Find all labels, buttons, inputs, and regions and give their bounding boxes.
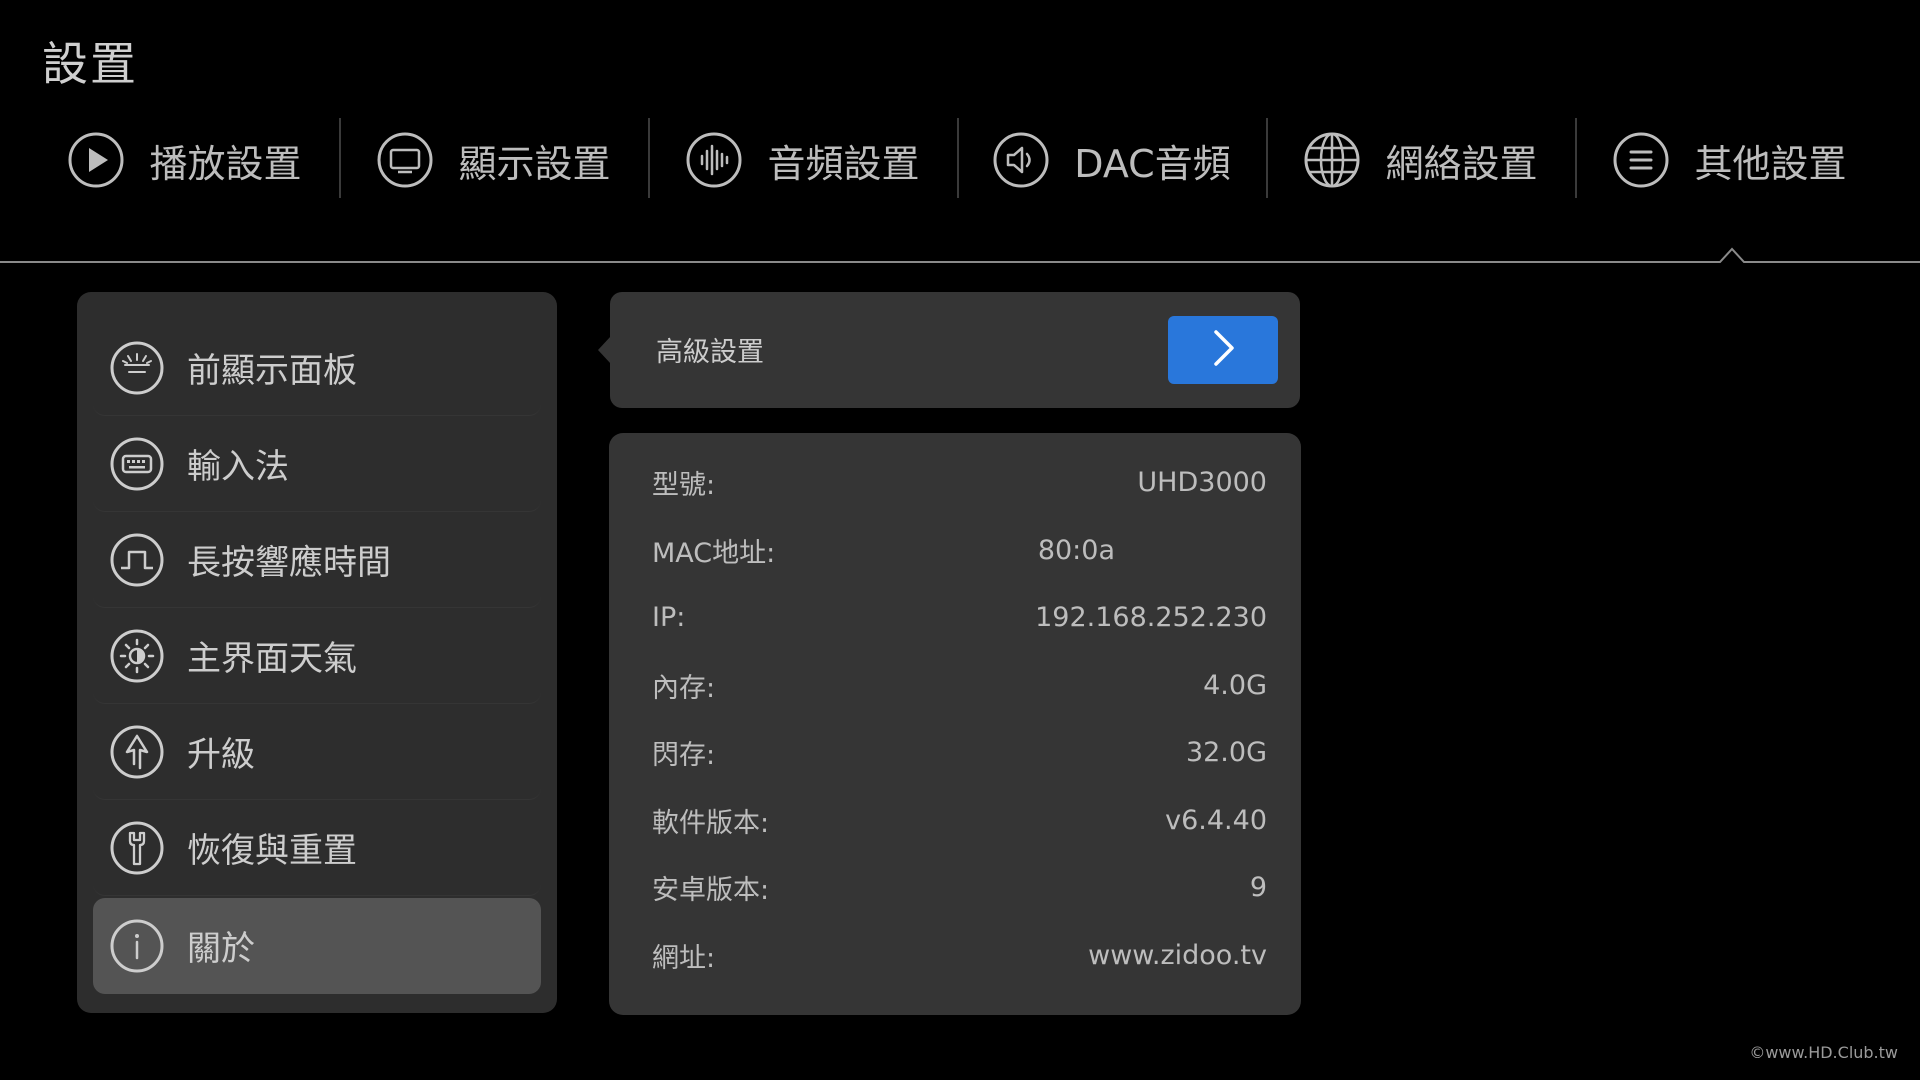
info-key: 型號:	[652, 470, 716, 502]
info-value: v6.4.40	[1165, 804, 1267, 836]
menu-item-label: 長按響應時間	[187, 543, 391, 583]
info-row-software-version: 軟件版本: v6.4.40	[652, 787, 1267, 855]
play-icon	[67, 131, 125, 189]
info-key: 閃存:	[652, 740, 716, 772]
tab-other-settings[interactable]: 其他設置	[1575, 118, 1884, 202]
menu-item-upgrade[interactable]: 升級	[93, 704, 541, 800]
weather-icon	[109, 628, 165, 684]
menu-item-label: 關於	[187, 929, 255, 969]
menu-item-about[interactable]: 關於	[93, 898, 541, 994]
chevron-right-icon	[1206, 328, 1240, 372]
menu-item-label: 輸入法	[187, 447, 289, 487]
menu-item-label: 前顯示面板	[187, 351, 357, 391]
info-value: 32.0G	[1185, 737, 1267, 769]
globe-icon	[1303, 131, 1361, 189]
front-panel-icon	[109, 340, 165, 396]
info-value: 4.0G	[1203, 669, 1267, 701]
info-row-website: 網址: www.zidoo.tv	[652, 922, 1267, 990]
tab-dac-audio[interactable]: DAC音頻	[957, 118, 1266, 202]
info-row-mac-address: MAC地址: 80:0a	[652, 517, 1268, 585]
advanced-settings-label: 高級設置	[656, 337, 764, 368]
tab-label: DAC音頻	[1074, 141, 1231, 186]
upgrade-icon	[109, 724, 165, 780]
info-value: UHD3000	[1137, 467, 1267, 499]
info-key: MAC地址:	[652, 537, 776, 569]
info-key: 軟件版本:	[652, 807, 770, 839]
page-title: 設置	[42, 37, 138, 91]
tab-playback-settings[interactable]: 播放設置	[30, 118, 339, 202]
monitor-icon	[376, 131, 434, 189]
menu-item-long-press-response[interactable]: 長按響應時間	[93, 512, 541, 608]
menu-item-home-weather[interactable]: 主界面天氣	[93, 608, 541, 704]
tab-label: 播放設置	[149, 141, 302, 186]
info-value: 80:0a	[1038, 534, 1268, 566]
info-value: 192.168.252.230	[1035, 602, 1267, 634]
tab-audio-settings[interactable]: 音頻設置	[648, 118, 957, 202]
advanced-settings-button[interactable]	[1168, 316, 1278, 384]
info-key: 安卓版本:	[652, 875, 770, 907]
settings-menu: 前顯示面板 輸入法 長按響應時間 主界面天氣 升級 恢復與重置 關於	[77, 292, 557, 1013]
menu-icon	[1612, 131, 1670, 189]
info-row-android-version: 安卓版本: 9	[652, 854, 1267, 922]
tab-display-settings[interactable]: 顯示設置	[339, 118, 648, 202]
advanced-settings-card: 高級設置	[610, 292, 1300, 408]
tab-label: 音頻設置	[767, 141, 920, 186]
keyboard-icon	[109, 436, 165, 492]
info-key: 網址:	[652, 942, 716, 974]
info-icon	[109, 918, 165, 974]
info-value: 9	[1249, 872, 1267, 904]
top-tab-bar: 播放設置 顯示設置 音頻設置 DAC音頻 網絡設置 其他設置	[30, 118, 1890, 202]
menu-item-label: 恢復與重置	[187, 831, 357, 871]
menu-item-input-method[interactable]: 輸入法	[93, 416, 541, 512]
device-info-card: 型號: UHD3000 MAC地址: 80:0a IP: 192.168.252…	[609, 433, 1301, 1015]
pulse-icon	[109, 532, 165, 588]
tab-label: 顯示設置	[458, 141, 611, 186]
info-key: IP:	[652, 602, 686, 634]
menu-item-front-panel[interactable]: 前顯示面板	[93, 320, 541, 416]
info-value: www.zidoo.tv	[1088, 939, 1267, 971]
tab-label: 網絡設置	[1385, 141, 1538, 186]
menu-item-label: 升級	[187, 735, 255, 775]
menu-item-restore-reset[interactable]: 恢復與重置	[93, 800, 541, 896]
speaker-icon	[992, 131, 1050, 189]
menu-item-label: 主界面天氣	[187, 639, 357, 679]
info-row-model: 型號: UHD3000	[652, 449, 1267, 517]
wrench-icon	[109, 820, 165, 876]
watermark: ©www.HD.Club.tw	[1749, 1043, 1898, 1062]
audio-wave-icon	[685, 131, 743, 189]
info-row-memory: 內存: 4.0G	[652, 652, 1267, 720]
tab-label: 其他設置	[1694, 141, 1847, 186]
info-row-flash-storage: 閃存: 32.0G	[652, 719, 1267, 787]
tab-network-settings[interactable]: 網絡設置	[1266, 118, 1575, 202]
info-key: 內存:	[652, 672, 716, 704]
info-row-ip: IP: 192.168.252.230	[652, 584, 1267, 652]
